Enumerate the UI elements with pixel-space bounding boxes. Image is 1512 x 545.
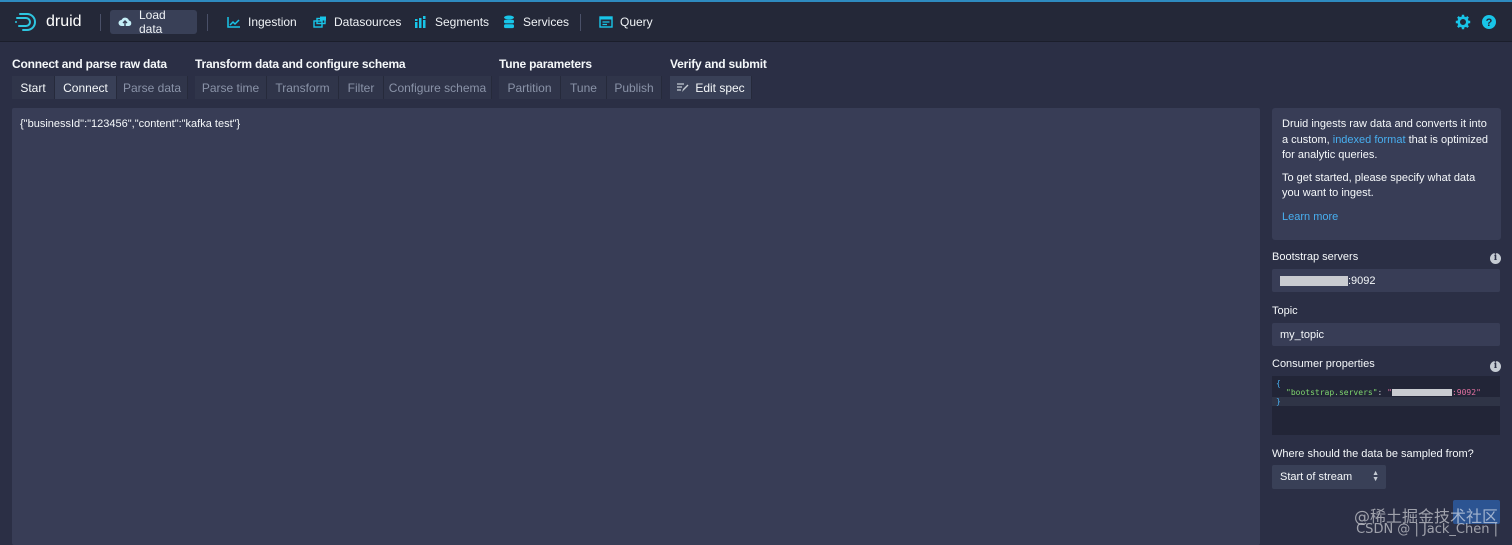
info-icon[interactable]: i (1490, 361, 1501, 372)
step-group-transform: Transform data and configure schema (195, 57, 406, 71)
info-paragraph-1: Druid ingests raw data and converts it i… (1282, 117, 1491, 164)
select-caret-icon: ▲ ▼ (1372, 470, 1379, 483)
code-close-brace: } (1276, 397, 1281, 406)
nav-query[interactable]: Query (591, 10, 661, 34)
topic-label: Topic (1272, 305, 1298, 317)
learn-more-link[interactable]: Learn more (1282, 210, 1491, 226)
help-icon[interactable]: ? (1481, 14, 1497, 30)
nav-separator (100, 14, 101, 31)
consumer-properties-editor[interactable]: { "bootstrap.servers": ":9092" } (1272, 376, 1500, 435)
code-key: "bootstrap.servers" (1286, 388, 1378, 397)
step-group-connect: Connect and parse raw data (12, 57, 167, 71)
step-start[interactable]: Start (12, 76, 55, 99)
step-transform[interactable]: Transform (267, 76, 339, 99)
nav-label: Datasources (334, 15, 402, 29)
bootstrap-servers-input[interactable]: :9092 (1272, 269, 1500, 292)
druid-logo[interactable]: druid (14, 10, 82, 34)
top-navbar: druid Load data Ingestion Datasources Se… (0, 2, 1512, 42)
step-partition[interactable]: Partition (499, 76, 561, 99)
info-paragraph-2: To get started, please specify what data… (1282, 171, 1476, 200)
step-edit-spec-label: Edit spec (695, 80, 745, 95)
step-edit-spec[interactable]: Edit spec (670, 76, 752, 99)
nav-label: Services (523, 15, 570, 29)
consumer-properties-label: Consumer properties (1272, 358, 1375, 370)
step-filter[interactable]: Filter (339, 76, 384, 99)
druid-logo-icon (15, 13, 36, 31)
nav-label: Load data (139, 8, 166, 36)
edit-spec-icon (677, 83, 689, 92)
query-icon (599, 15, 613, 29)
nav-label: Ingestion (248, 15, 297, 29)
nav-separator (207, 14, 208, 31)
nav-separator (580, 14, 581, 31)
sample-from-value: Start of stream (1280, 471, 1353, 483)
bootstrap-servers-label: Bootstrap servers (1272, 251, 1359, 263)
segments-icon (414, 15, 428, 29)
step-parse-time[interactable]: Parse time (195, 76, 267, 99)
nav-services[interactable]: Services (494, 10, 577, 34)
raw-data-preview[interactable]: {"businessId":"123456","content":"kafka … (12, 108, 1260, 545)
svg-text:?: ? (1486, 17, 1493, 29)
step-tune[interactable]: Tune (561, 76, 607, 99)
step-configure-schema[interactable]: Configure schema (384, 76, 492, 99)
topic-input[interactable]: my_topic (1272, 323, 1500, 346)
redacted-host (1391, 389, 1452, 396)
chart-icon (227, 15, 241, 29)
code-colon: : (1377, 388, 1388, 397)
logo-text: druid (46, 13, 82, 30)
nav-segments[interactable]: Segments (406, 10, 497, 34)
sample-from-label: Where should the data be sampled from? (1272, 448, 1474, 460)
nav-label: Query (620, 15, 653, 29)
step-group-tune: Tune parameters (499, 57, 592, 71)
code-line: } (1272, 397, 1500, 406)
gear-icon[interactable] (1455, 14, 1471, 30)
redacted-host (1280, 275, 1348, 286)
watermark-csdn: CSDN @ | Jack_Chen | (1356, 522, 1498, 537)
nav-load-data[interactable]: Load data (110, 8, 197, 36)
step-parse-data[interactable]: Parse data (117, 76, 188, 99)
code-line: { (1276, 379, 1496, 388)
step-connect[interactable]: Connect (55, 76, 117, 99)
sample-from-select[interactable]: Start of stream ▲ ▼ (1272, 465, 1386, 489)
database-icon (502, 15, 516, 29)
nav-ingestion[interactable]: Ingestion (219, 10, 305, 34)
code-line: "bootstrap.servers": ":9092" (1276, 388, 1496, 397)
cloud-upload-icon (118, 15, 132, 29)
datasources-icon (313, 15, 327, 29)
info-card: Druid ingests raw data and converts it i… (1272, 108, 1501, 240)
info-icon[interactable]: i (1490, 253, 1501, 264)
step-publish[interactable]: Publish (607, 76, 662, 99)
step-group-verify: Verify and submit (670, 57, 767, 71)
code-open-brace: { (1276, 379, 1281, 388)
bootstrap-port-text: :9092 (1348, 274, 1376, 287)
nav-datasources[interactable]: Datasources (305, 10, 409, 34)
code-value-suffix: :9092" (1451, 388, 1481, 397)
raw-data-sample-text: {"businessId":"123456","content":"kafka … (20, 118, 241, 130)
indexed-format-link[interactable]: indexed format (1333, 134, 1406, 146)
nav-label: Segments (435, 15, 490, 29)
